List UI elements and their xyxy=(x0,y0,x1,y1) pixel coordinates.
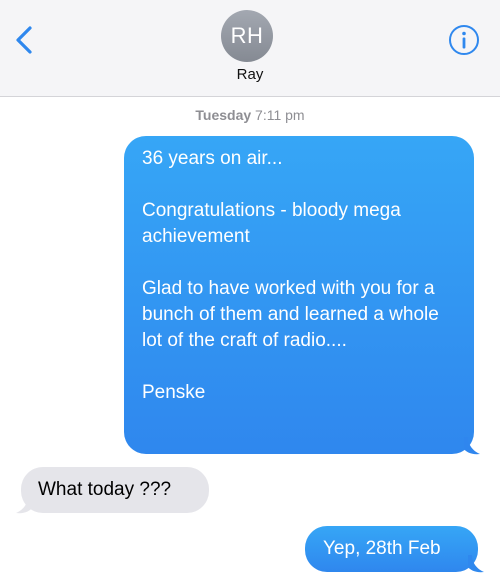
conversation-header: RH Ray xyxy=(0,0,500,97)
outgoing-bubble-tail xyxy=(464,437,480,455)
outgoing-message-bubble[interactable]: 36 years on air... Congratulations - blo… xyxy=(124,136,474,454)
incoming-message-bubble[interactable]: What today ??? xyxy=(21,467,209,513)
back-button[interactable] xyxy=(8,18,48,62)
contact-avatar[interactable]: RH xyxy=(221,10,273,62)
outgoing-message-bubble[interactable]: Yep, 28th Feb xyxy=(305,526,478,572)
timestamp-day: Tuesday xyxy=(195,107,252,123)
message-timestamp: Tuesday 7:11 pm xyxy=(0,107,500,123)
info-icon xyxy=(449,25,479,55)
outgoing-bubble-tail xyxy=(468,555,484,573)
message-paragraph: Penske xyxy=(142,382,206,403)
chevron-left-icon xyxy=(16,26,32,54)
message-paragraph: Glad to have worked with you for a bunch… xyxy=(142,278,439,351)
timestamp-time: 7:11 pm xyxy=(255,107,305,123)
incoming-bubble-tail xyxy=(16,496,32,514)
info-button[interactable] xyxy=(447,23,481,57)
message-paragraph: Congratulations - bloody mega achievemen… xyxy=(142,200,401,247)
contact-name[interactable]: Ray xyxy=(0,66,500,83)
message-paragraph: 36 years on air... xyxy=(142,148,283,169)
